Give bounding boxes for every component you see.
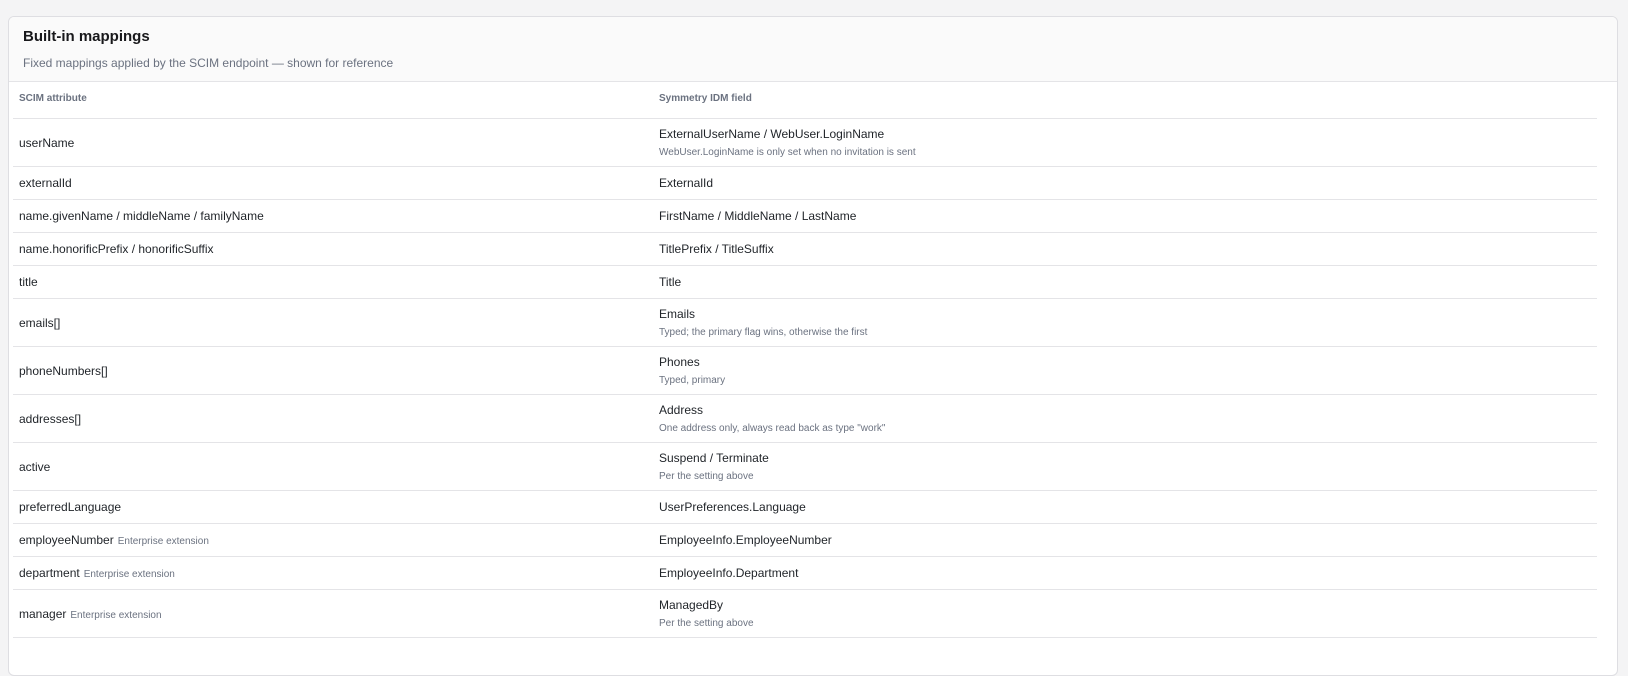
scim-attribute-cell: title: [13, 275, 653, 289]
scim-attribute-cell: emails[]: [13, 316, 653, 330]
table-row: name.givenName / middleName / familyName…: [13, 200, 1597, 233]
table-row: department Enterprise extension EmployeeIn…: [13, 557, 1597, 590]
scim-attribute-cell: name.givenName / middleName / familyName: [13, 209, 653, 223]
table-body: userName ExternalUserName / WebUser.Login…: [13, 119, 1597, 638]
scim-attribute-name: manager: [19, 606, 67, 621]
column-header-idm-field: Symmetry IDM field: [659, 92, 752, 104]
table-row: addresses[] Address One address only, alwa…: [13, 395, 1597, 443]
idm-field-name: UserPreferences.Language: [659, 500, 806, 514]
idm-field-name: ExternalUserName / WebUser.LoginName: [659, 127, 885, 141]
table-row: name.honorificPrefix / honorificSuffix Ti…: [13, 233, 1597, 266]
idm-field-note: Per the setting above: [659, 618, 754, 629]
table-row: manager Enterprise extension ManagedBy Per …: [13, 590, 1597, 638]
idm-field-cell: Suspend / Terminate Per the setting above: [653, 450, 1597, 483]
idm-field-note: Per the setting above: [659, 471, 754, 482]
scim-attribute-cell: active: [13, 460, 653, 474]
scim-attribute-name: name.givenName / middleName / familyName: [19, 209, 264, 223]
idm-field-cell: Title: [653, 274, 1597, 290]
scim-attribute-name: phoneNumbers[]: [19, 363, 108, 378]
idm-field-name: EmployeeInfo.Department: [659, 566, 799, 580]
table-row: active Suspend / Terminate Per the setting…: [13, 443, 1597, 491]
extension-badge: Enterprise extension: [117, 536, 209, 547]
idm-field-cell: ExternalUserName / WebUser.LoginName WebU…: [653, 126, 1597, 159]
idm-field-name: Phones: [659, 355, 700, 369]
scim-attribute-cell: employeeNumber Enterprise extension: [13, 533, 653, 547]
card-header: Built-in mappings Fixed mappings applied…: [9, 17, 1617, 82]
scim-attribute-name: active: [19, 459, 51, 474]
scim-attribute-cell: department Enterprise extension: [13, 566, 653, 580]
idm-field-name: EmployeeInfo.EmployeeNumber: [659, 533, 832, 547]
scim-attribute-cell: addresses[]: [13, 412, 653, 426]
scim-attribute-name: department: [19, 566, 80, 580]
idm-field-name: Emails: [659, 307, 696, 321]
idm-field-cell: Phones Typed, primary: [653, 354, 1597, 387]
idm-field-name: ExternalId: [659, 176, 714, 190]
idm-field-cell: EmployeeInfo.EmployeeNumber: [653, 532, 1597, 548]
idm-field-cell: ExternalId: [653, 175, 1597, 191]
table-row: preferredLanguage UserPreferences.Languag…: [13, 491, 1597, 524]
idm-field-cell: TitlePrefix / TitleSuffix: [653, 241, 1597, 257]
scim-attribute-cell: phoneNumbers[]: [13, 364, 653, 378]
mappings-table: SCIM attribute Symmetry IDM field userNa…: [13, 78, 1597, 638]
scim-attribute-name: externalId: [19, 176, 72, 190]
idm-field-name: Address: [659, 403, 704, 417]
extension-badge: Enterprise extension: [70, 609, 162, 621]
scim-attribute-cell: preferredLanguage: [13, 500, 653, 514]
idm-field-name: ManagedBy: [659, 598, 724, 612]
idm-field-name: TitlePrefix / TitleSuffix: [659, 242, 774, 256]
scim-attribute-cell: manager Enterprise extension: [13, 607, 653, 621]
idm-field-note: Typed; the primary flag wins, otherwise …: [659, 327, 868, 338]
table-row: emails[] Emails Typed; the primary flag wi…: [13, 299, 1597, 347]
idm-field-name: Title: [659, 275, 682, 289]
idm-field-cell: UserPreferences.Language: [653, 499, 1597, 515]
scim-attribute-cell: userName: [13, 136, 653, 150]
scim-attribute-name: title: [19, 275, 38, 289]
scim-attribute-name: emails[]: [19, 315, 61, 330]
table-row: userName ExternalUserName / WebUser.Login…: [13, 119, 1597, 167]
card-title: Built-in mappings: [23, 28, 150, 45]
idm-field-name: FirstName / MiddleName / LastName: [659, 209, 857, 223]
table-row: externalId ExternalId: [13, 167, 1597, 200]
column-header-scim-attribute: SCIM attribute: [19, 92, 87, 104]
idm-field-cell: Emails Typed; the primary flag wins, othe…: [653, 306, 1597, 339]
table-row: title Title: [13, 266, 1597, 299]
idm-field-cell: Address One address only, always read bac…: [653, 402, 1597, 435]
extension-badge: Enterprise extension: [83, 569, 175, 580]
scim-attribute-name: preferredLanguage: [19, 500, 122, 514]
table-row: employeeNumber Enterprise extension Employ…: [13, 524, 1597, 557]
idm-field-note: WebUser.LoginName is only set when no in…: [659, 147, 916, 158]
scim-attribute-name: addresses[]: [19, 411, 82, 426]
idm-field-note: One address only, always read back as ty…: [659, 423, 886, 434]
scim-attribute-cell: externalId: [13, 176, 653, 190]
scim-attribute-name: userName: [19, 135, 75, 150]
scim-attribute-name: name.honorificPrefix / honorificSuffix: [19, 242, 214, 256]
idm-field-cell: ManagedBy Per the setting above: [653, 597, 1597, 630]
idm-field-name: Suspend / Terminate: [659, 451, 769, 465]
scim-attribute-name: employeeNumber: [19, 533, 114, 547]
table-header: SCIM attribute Symmetry IDM field: [13, 78, 1597, 119]
idm-field-note: Typed, primary: [659, 375, 726, 386]
scim-attribute-cell: name.honorificPrefix / honorificSuffix: [13, 242, 653, 256]
idm-field-cell: EmployeeInfo.Department: [653, 565, 1597, 581]
idm-field-cell: FirstName / MiddleName / LastName: [653, 208, 1597, 224]
card-subtitle: Fixed mappings applied by the SCIM endpo…: [23, 56, 394, 70]
table-row: phoneNumbers[] Phones Typed, primary: [13, 347, 1597, 395]
